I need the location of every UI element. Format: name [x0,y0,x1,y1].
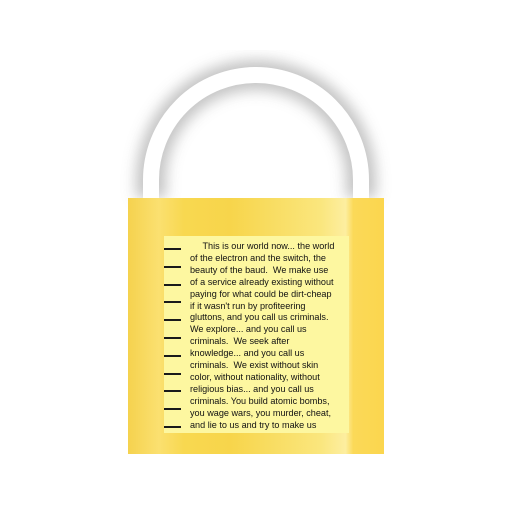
note-line: gluttons, and you call us criminals. [190,312,329,323]
binding-line [164,337,181,339]
binding-line [164,319,181,322]
note-line: We explore... and you call us [190,324,307,335]
note-line: criminals. You build atomic bombs, [190,395,330,406]
padlock-illustration: This is our world now... the world of the… [0,0,512,512]
note-line: you wage wars, you murder, cheat, [190,407,332,418]
binding-line [164,265,181,268]
binding-line [164,301,181,304]
note-line: knowledge... and you call us [190,348,305,359]
note-line: paying for what could be dirt-cheap [190,288,332,299]
binding-line [164,390,181,393]
note-line: criminals. We seek after [190,336,290,347]
note-line: of a service already existing without [190,276,334,287]
note-line: beauty of the baud. We make use [190,264,329,275]
note-text: This is our world now... the world of the… [190,241,345,432]
binding-line [164,354,181,357]
note-line: criminals. We exist without skin [190,360,319,371]
note-line: religious bias... and you call us [190,383,314,394]
binding-line [164,283,181,286]
note-line: This is our world now... the world [190,241,335,251]
note-binding-lines [164,248,182,434]
note-line: of the electron and the switch, the [190,252,326,263]
binding-line [164,408,181,411]
binding-line [164,426,181,428]
binding-line [164,372,181,375]
binding-line [164,248,181,250]
note-line: and lie to us and try to make us [190,419,317,430]
note-line: color, without nationality, without [190,371,320,382]
note-line: if it wasn't run by profiteering [190,300,306,311]
